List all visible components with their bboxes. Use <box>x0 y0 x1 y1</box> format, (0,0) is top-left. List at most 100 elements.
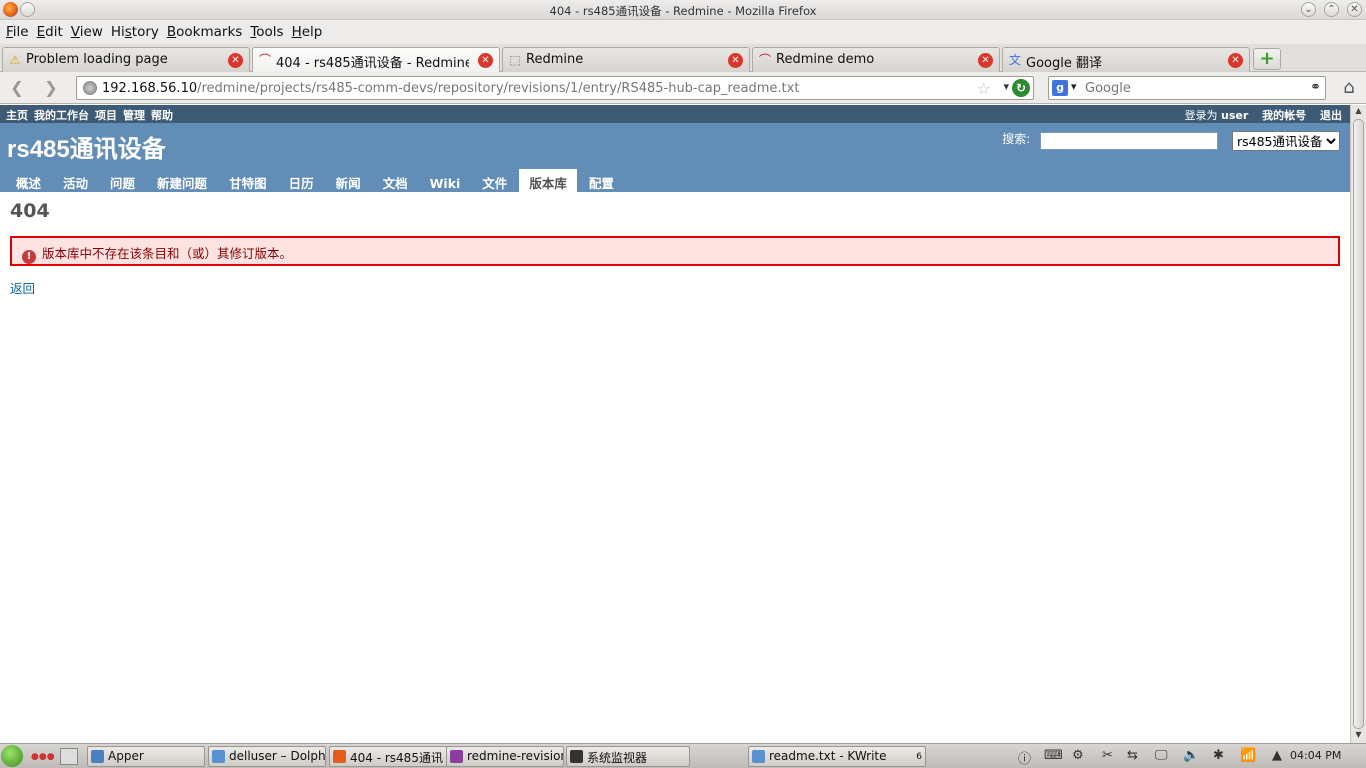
main-menu-tab[interactable]: 配置 <box>579 169 624 192</box>
show-desktop-icon[interactable] <box>60 748 78 765</box>
main-menu-tab[interactable]: 新建问题 <box>147 169 217 192</box>
main-menu-tab[interactable]: 日历 <box>279 169 324 192</box>
page-viewport: 主页 我的工作台 项目 管理 帮助 登录为 user 我的帐号 退出 rs485通讯设备… <box>0 105 1350 743</box>
logout-link[interactable]: 退出 <box>1320 109 1342 122</box>
task-label: 404 - rs485通讯 <box>350 751 443 765</box>
browser-tab[interactable]: 文 Google 翻译 ✕ <box>1002 47 1250 72</box>
reload-icon[interactable]: ↻ <box>1012 79 1030 97</box>
menu-tools[interactable]: Tools <box>244 20 283 40</box>
redmine-icon: ⌒ <box>258 53 271 67</box>
browser-tab[interactable]: ⌒ 404 - rs485通讯设备 - Redmine ✕ <box>252 47 500 73</box>
error-flash: ! 版本库中不存在该条目和（或）其修订版本。 <box>10 236 1340 266</box>
task-label: Apper <box>108 749 144 763</box>
main-menu-tab[interactable]: 新闻 <box>326 169 371 192</box>
url-text[interactable]: 192.168.56.10/redmine/projects/rs485-com… <box>102 81 799 96</box>
menu-edit[interactable]: Edit <box>31 20 63 40</box>
browser-tab[interactable]: ⚠ Problem loading page ✕ <box>2 47 250 72</box>
tab-close-icon[interactable]: ✕ <box>228 53 243 68</box>
main-menu-tab[interactable]: 概述 <box>6 169 51 192</box>
back-link[interactable]: 返回 <box>10 278 35 297</box>
home-icon[interactable]: ⌂ <box>1338 77 1360 99</box>
clipper-icon[interactable]: ✂ <box>1102 748 1113 763</box>
taskbar-task[interactable]: redmine-revision <box>446 746 564 767</box>
browser-tab[interactable]: ⬚ Redmine ✕ <box>502 47 750 72</box>
project-search-input[interactable] <box>1040 132 1219 150</box>
my-account-link[interactable]: 我的帐号 <box>1262 109 1306 122</box>
main-menu-tab[interactable]: Wiki <box>420 172 471 195</box>
menu-file[interactable]: File <box>0 20 29 40</box>
task-label: readme.txt - KWrite <box>769 749 887 763</box>
vertical-scrollbar[interactable]: ▲ ▼ <box>1350 105 1366 743</box>
binoculars-icon[interactable]: ⚭ <box>1310 80 1321 95</box>
warning-icon: ⚠ <box>9 53 21 67</box>
network-switch-icon[interactable]: ⇆ <box>1127 748 1138 763</box>
main-menu-tab[interactable]: 甘特图 <box>219 169 277 192</box>
search-label: 搜索: <box>1002 131 1031 146</box>
main-content: 404 ! 版本库中不存在该条目和（或）其修订版本。 返回 <box>0 192 1350 305</box>
engine-dropdown-icon[interactable]: ▾ <box>1071 80 1077 93</box>
tab-close-icon[interactable]: ✕ <box>978 53 993 68</box>
error-icon: ! <box>22 250 36 264</box>
main-menu-tab[interactable]: 问题 <box>100 169 145 192</box>
new-tab-button[interactable]: + <box>1253 48 1281 70</box>
menu-view[interactable]: View <box>65 20 103 40</box>
menu-help[interactable]: Help <box>286 20 323 40</box>
project-jump-select[interactable]: rs485通讯设备 <box>1232 131 1340 151</box>
tab-close-icon[interactable]: ✕ <box>728 53 743 68</box>
google-engine-icon[interactable]: g <box>1052 80 1068 96</box>
bluetooth-icon[interactable]: ✱ <box>1213 748 1224 763</box>
volume-icon[interactable]: 🔈 <box>1183 748 1199 763</box>
taskbar-task[interactable]: delluser – Dolphin <box>208 746 326 767</box>
close-window-button[interactable]: ✕ <box>1347 2 1362 17</box>
top-menu-link[interactable]: 项目 <box>95 107 117 123</box>
info-icon[interactable]: ⓘ <box>1018 748 1031 767</box>
logged-as-user[interactable]: user <box>1221 109 1248 122</box>
main-menu-tab[interactable]: 版本库 <box>519 169 577 192</box>
url-history-dropdown-icon[interactable]: ▾ <box>1003 80 1009 93</box>
maximize-button[interactable]: ⌃ <box>1324 2 1339 17</box>
wifi-icon[interactable]: 📶 <box>1240 748 1256 763</box>
web-search-bar[interactable]: g ▾ ⚭ <box>1048 76 1326 100</box>
tab-close-icon[interactable]: ✕ <box>1228 53 1243 68</box>
scrollbar-thumb[interactable] <box>1353 119 1364 729</box>
main-menu-tab[interactable]: 活动 <box>53 169 98 192</box>
top-menu-link[interactable]: 主页 <box>6 107 28 123</box>
task-app-icon <box>450 750 463 763</box>
tray-expand-icon[interactable]: ▲ <box>1272 748 1282 763</box>
tab-close-icon[interactable]: ✕ <box>478 53 493 68</box>
url-bar[interactable]: 192.168.56.10/redmine/projects/rs485-com… <box>76 76 1034 100</box>
taskbar-task[interactable]: Apper <box>87 746 205 767</box>
panel-clock[interactable]: 04:04 PM <box>1290 749 1341 762</box>
task-label: 系统监视器 <box>587 751 648 765</box>
minimize-button[interactable]: ⌄ <box>1301 2 1316 17</box>
main-menu-tab[interactable]: 文档 <box>373 169 418 192</box>
display-icon[interactable]: 🖵 <box>1155 748 1168 763</box>
desktop-pager[interactable]: ●●● <box>31 752 55 762</box>
menu-bookmarks[interactable]: Bookmarks <box>161 20 242 40</box>
menu-history[interactable]: History <box>105 20 159 40</box>
tab-label: Problem loading page <box>26 52 168 67</box>
quick-search: 搜索: rs485通讯设备 <box>1002 131 1340 151</box>
site-identity-icon[interactable] <box>83 81 97 95</box>
bookmark-star-icon[interactable]: ☆ <box>977 79 991 98</box>
scroll-down-arrow-icon[interactable]: ▼ <box>1351 730 1366 742</box>
top-menu-link[interactable]: 我的工作台 <box>34 107 89 123</box>
top-menu-link[interactable]: 管理 <box>123 107 145 123</box>
top-menu-link[interactable]: 帮助 <box>151 107 173 123</box>
main-menu-tab[interactable]: 文件 <box>472 169 517 192</box>
settings-icon[interactable]: ⚙ <box>1072 748 1084 763</box>
keyboard-icon[interactable]: ⌨ <box>1044 748 1063 763</box>
task-app-icon <box>91 750 104 763</box>
browser-tab[interactable]: ⌒ Redmine demo ✕ <box>752 47 1000 72</box>
scroll-up-arrow-icon[interactable]: ▲ <box>1351 106 1366 118</box>
menu-accelerator: s <box>124 24 132 40</box>
taskbar-task[interactable]: 系统监视器 <box>566 746 690 767</box>
menu-accelerator: F <box>6 24 13 40</box>
forward-button[interactable]: ❯ <box>40 78 62 98</box>
application-launcher-icon[interactable] <box>1 745 23 767</box>
window-titlebar: 404 - rs485通讯设备 - Redmine - Mozilla Fire… <box>0 0 1366 20</box>
taskbar-task[interactable]: readme.txt - KWrite 6 <box>748 746 926 767</box>
back-button[interactable]: ❮ <box>6 78 28 98</box>
taskbar-task[interactable]: 404 - rs485通讯 <box>329 746 447 767</box>
web-search-input[interactable] <box>1085 79 1297 97</box>
